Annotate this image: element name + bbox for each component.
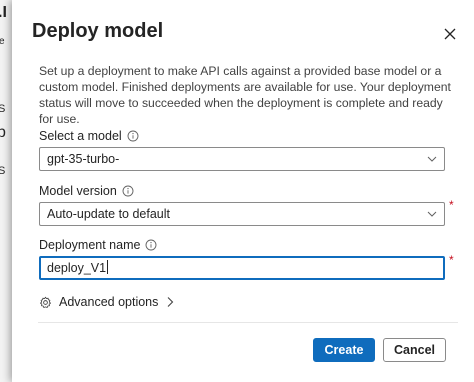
info-icon[interactable] <box>122 185 134 197</box>
text-caret <box>107 260 109 274</box>
model-version-value: Auto-update to default <box>47 207 171 221</box>
info-icon[interactable] <box>145 239 157 251</box>
model-version-label-row: Model version <box>39 184 134 198</box>
background-text: e <box>0 36 5 47</box>
deploy-model-dialog: Deploy model Set up a deployment to make… <box>12 0 474 382</box>
background-text: .I <box>0 4 7 21</box>
select-model-label-row: Select a model <box>39 129 139 143</box>
deployment-name-input[interactable]: deploy_V1 <box>39 256 445 280</box>
dialog-description: Set up a deployment to make API calls ag… <box>39 64 451 126</box>
chevron-down-icon <box>427 156 437 162</box>
create-button[interactable]: Create <box>313 338 375 362</box>
select-model-dropdown[interactable]: gpt-35-turbo- <box>39 147 445 171</box>
deployment-name-label: Deployment name <box>39 238 141 252</box>
dialog-title: Deploy model <box>32 20 164 42</box>
model-version-dropdown[interactable]: Auto-update to default <box>39 202 445 226</box>
background-text: p <box>0 124 6 141</box>
gear-icon <box>40 296 51 308</box>
deployment-name-label-row: Deployment name <box>39 238 157 252</box>
cancel-button[interactable]: Cancel <box>383 338 446 362</box>
footer-divider <box>38 322 458 323</box>
required-marker: * <box>449 198 454 212</box>
deployment-name-value: deploy_V1 <box>47 261 107 275</box>
close-icon <box>444 28 456 40</box>
select-model-value: gpt-35-turbo- <box>47 152 120 166</box>
advanced-options-toggle[interactable]: Advanced options <box>39 295 175 309</box>
required-marker: * <box>449 253 454 267</box>
model-version-label: Model version <box>39 184 117 198</box>
info-icon[interactable] <box>127 130 139 142</box>
background-text: S <box>0 103 6 115</box>
select-model-label: Select a model <box>39 129 122 143</box>
chevron-down-icon <box>427 211 437 217</box>
advanced-options-label: Advanced options <box>59 295 159 309</box>
chevron-right-icon <box>168 297 174 307</box>
background-text: S <box>0 165 6 177</box>
close-button[interactable] <box>440 24 460 44</box>
